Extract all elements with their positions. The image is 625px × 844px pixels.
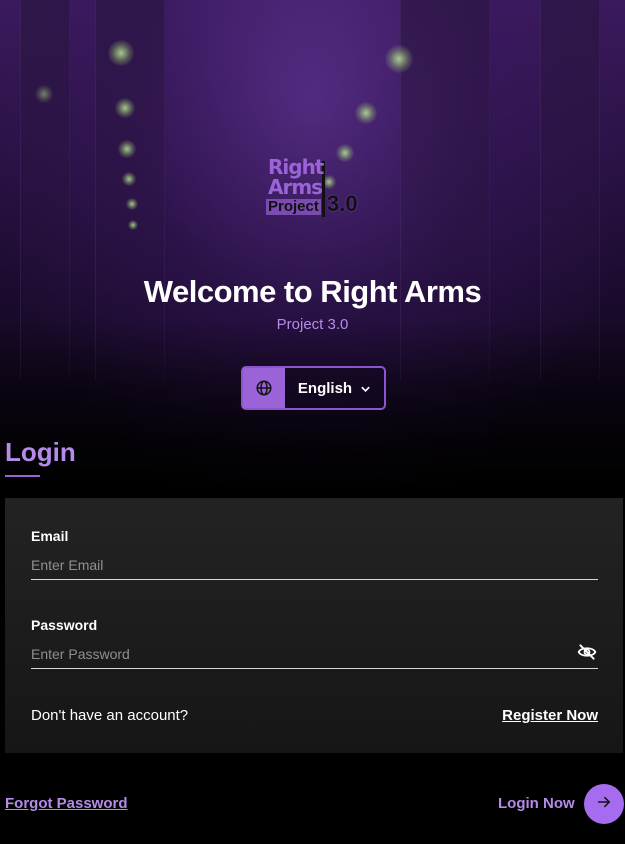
- email-field[interactable]: [31, 550, 598, 580]
- login-submit-button[interactable]: [584, 784, 624, 824]
- app-logo: Right Arms Project 3.0: [266, 155, 358, 217]
- login-now-label[interactable]: Login Now: [498, 795, 575, 812]
- login-card: Email Password Don't have an account? Re…: [5, 498, 623, 753]
- register-link[interactable]: Register Now: [502, 707, 598, 724]
- arrow-right-icon: [595, 793, 613, 816]
- password-label: Password: [31, 617, 98, 633]
- login-heading-underline: [5, 475, 40, 477]
- welcome-subtitle: Project 3.0: [276, 316, 349, 333]
- email-label: Email: [31, 528, 69, 544]
- language-selector[interactable]: English: [241, 366, 386, 410]
- eye-off-icon[interactable]: [577, 642, 597, 662]
- language-label: English: [297, 379, 353, 397]
- chevron-down-icon: [360, 380, 371, 397]
- welcome-title: Welcome to Right Arms: [143, 274, 482, 309]
- login-heading: Login: [5, 437, 76, 467]
- no-account-text: Don't have an account?: [31, 707, 189, 724]
- hero-background: [0, 0, 625, 500]
- password-field[interactable]: [31, 639, 598, 669]
- globe-icon: [243, 368, 285, 408]
- forgot-password-link[interactable]: Forgot Password: [5, 795, 128, 812]
